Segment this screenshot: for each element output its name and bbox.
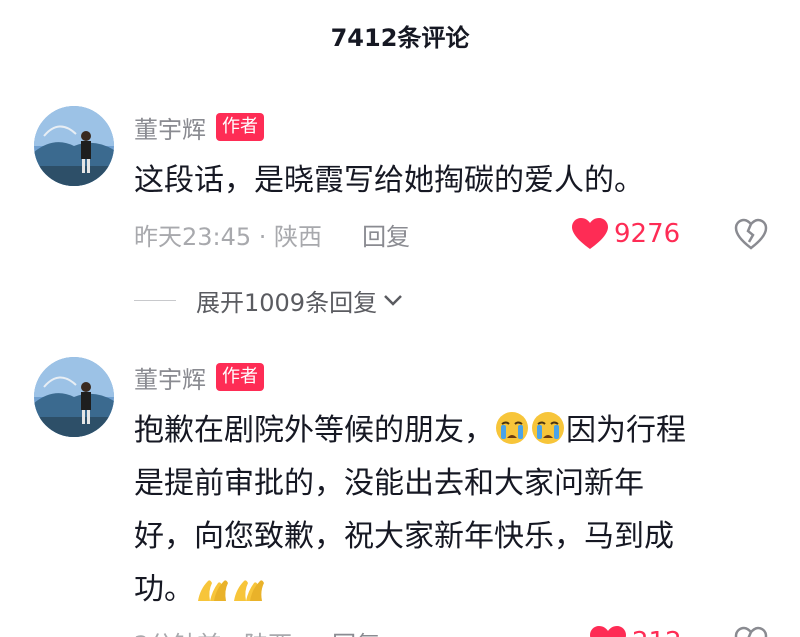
dislike-icon[interactable] (734, 214, 768, 254)
comment-text-segment: 抱歉在剧院外等候的朋友， (134, 413, 494, 448)
time-location: 2分钟前 · 陕西 (134, 625, 292, 637)
comment-header: 董宇辉 作者 (134, 360, 264, 394)
comment-text-line: 抱歉在剧院外等候的朋友， 因为行程 (134, 404, 774, 457)
heart-icon (572, 218, 608, 250)
comment-text-line: 功。 (134, 563, 774, 616)
comments-page: 7412条评论 董宇辉 作者 这段话，是晓霞写给她掏碳的爱人的。 昨天23:45… (0, 0, 800, 637)
praying-hands-emoji (194, 569, 230, 605)
divider (134, 299, 176, 301)
comment-text-line: 好，向您致歉，祝大家新年快乐，马到成 (134, 519, 674, 554)
comment-text: 这段话，是晓霞写给她掏碳的爱人的。 (134, 163, 644, 198)
crying-emoji (530, 410, 566, 446)
time-location: 昨天23:45 · 陕西 (134, 222, 323, 251)
author-badge: 作者 (216, 113, 264, 141)
comment-meta: 2分钟前 · 陕西 回复 (134, 622, 380, 637)
expand-replies-label: 展开1009条回复 (196, 288, 378, 317)
comment-text: 抱歉在剧院外等候的朋友， 因为行程 是提前审批的，没能出去和大家问新年 好，向您致… (134, 404, 774, 616)
like-button[interactable]: 212 (590, 622, 682, 637)
comment-text-line: 是提前审批的，没能出去和大家问新年 (134, 466, 644, 501)
avatar[interactable] (34, 357, 114, 437)
comment-meta: 昨天23:45 · 陕西 回复 (134, 214, 410, 254)
username[interactable]: 董宇辉 (134, 360, 206, 395)
chevron-down-icon (377, 293, 403, 307)
expand-replies[interactable]: 展开1009条回复 (134, 282, 403, 318)
reply-button[interactable]: 回复 (332, 625, 380, 637)
like-button[interactable]: 9276 (572, 214, 680, 254)
praying-hands-emoji (230, 569, 266, 605)
crying-emoji (494, 410, 530, 446)
avatar[interactable] (34, 106, 114, 186)
dislike-icon[interactable] (734, 622, 768, 637)
comment-header: 董宇辉 作者 (134, 110, 264, 144)
comment-text-segment: 功。 (134, 572, 194, 607)
comment-text-segment: 因为行程 (566, 413, 686, 448)
comments-count-title: 7412条评论 (330, 24, 470, 52)
username[interactable]: 董宇辉 (134, 110, 206, 145)
reply-button[interactable]: 回复 (362, 217, 410, 252)
like-count: 9276 (614, 219, 681, 249)
heart-icon (590, 626, 626, 637)
author-badge: 作者 (216, 363, 264, 391)
like-count: 212 (632, 627, 682, 637)
